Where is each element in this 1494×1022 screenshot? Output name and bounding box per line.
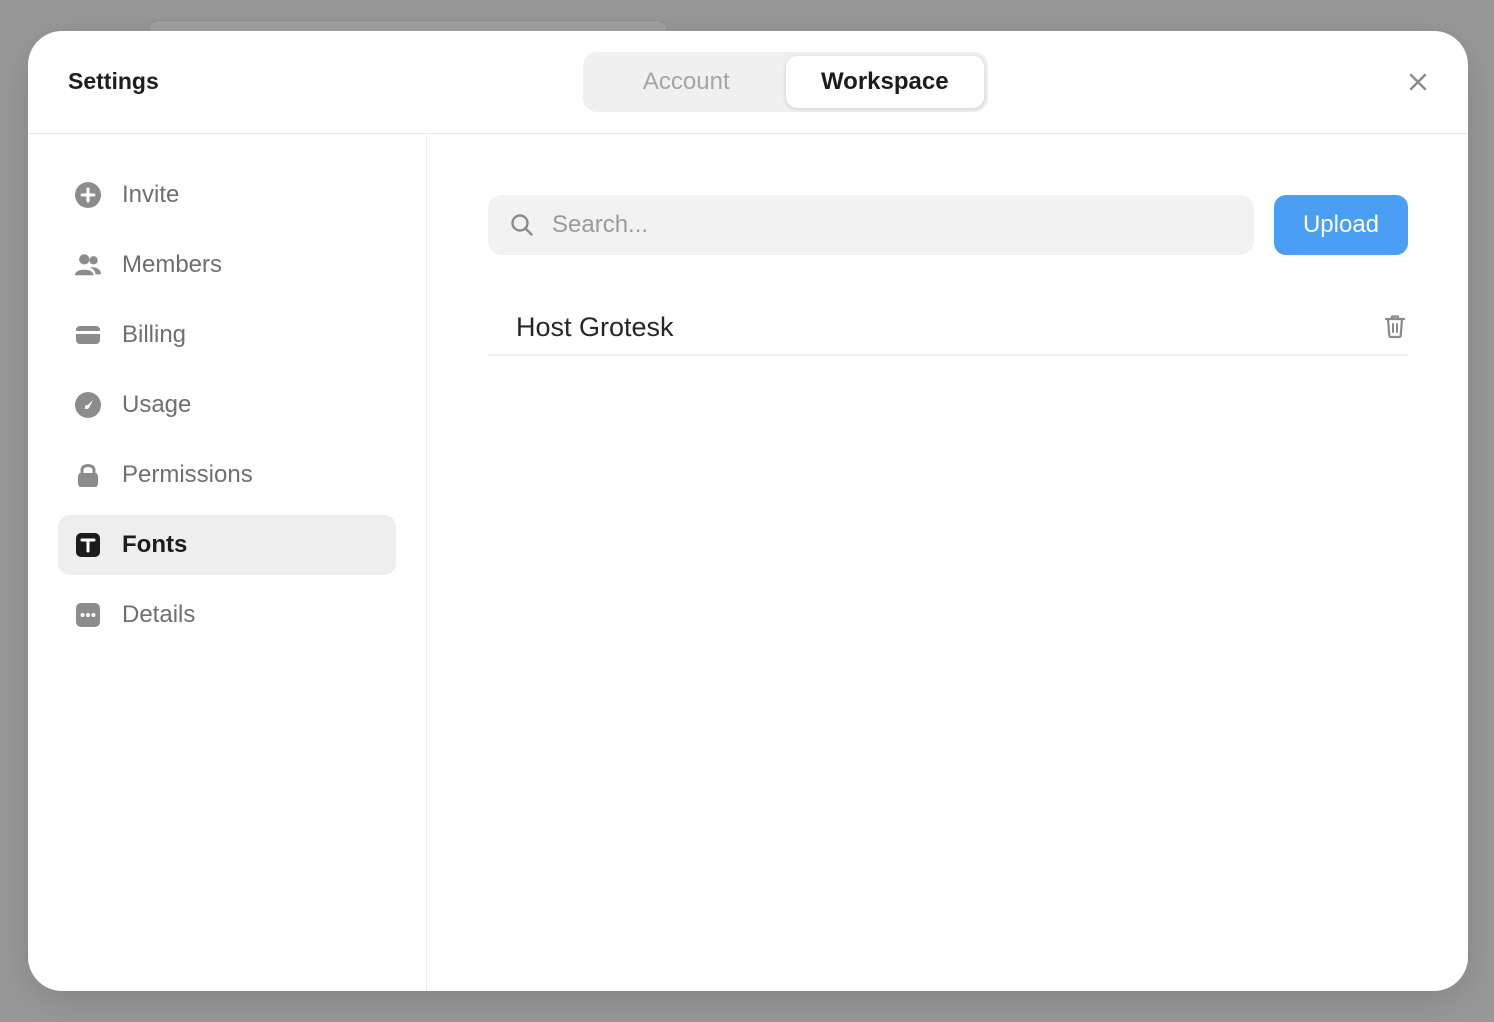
sidebar-item-label: Usage [122,391,192,418]
search-input[interactable] [552,205,1212,245]
sidebar-item-billing[interactable]: Billing [58,305,396,365]
tab-account[interactable]: Account [587,56,786,108]
modal-header: Settings Account Workspace [28,31,1468,134]
plus-circle-icon [74,181,102,209]
sidebar: Invite Members Billing Usage Permissions… [28,135,427,991]
search-icon [511,214,533,236]
settings-modal: Settings Account Workspace Invite Member… [28,31,1468,991]
trash-icon [1384,315,1406,339]
lock-icon [74,461,102,489]
sidebar-item-label: Permissions [122,461,253,488]
font-name: Host Grotesk [516,311,674,342]
credit-card-icon [74,321,102,349]
upload-button[interactable]: Upload [1274,195,1408,255]
sidebar-item-label: Fonts [122,531,188,558]
tab-workspace[interactable]: Workspace [785,56,984,108]
close-button[interactable] [1403,67,1433,97]
delete-font-button[interactable] [1382,312,1408,340]
close-icon [1409,73,1427,91]
users-icon [74,251,102,279]
gauge-icon [74,391,102,419]
search-box [488,195,1254,255]
font-list-item: Host Grotesk [488,300,1408,356]
sidebar-item-permissions[interactable]: Permissions [58,445,396,505]
dots-icon [74,601,102,629]
sidebar-item-fonts[interactable]: Fonts [58,515,396,575]
tab-switcher: Account Workspace [583,52,988,112]
fonts-panel: Upload Host Grotesk [428,135,1468,991]
sidebar-item-members[interactable]: Members [58,235,396,295]
modal-title: Settings [68,68,159,94]
sidebar-item-usage[interactable]: Usage [58,375,396,435]
sidebar-item-label: Members [122,251,223,278]
sidebar-item-label: Details [122,601,196,628]
sidebar-item-details[interactable]: Details [58,585,396,645]
sidebar-item-label: Billing [122,321,187,348]
sidebar-item-label: Invite [122,181,180,208]
sidebar-item-invite[interactable]: Invite [58,165,396,225]
text-icon [74,531,102,559]
